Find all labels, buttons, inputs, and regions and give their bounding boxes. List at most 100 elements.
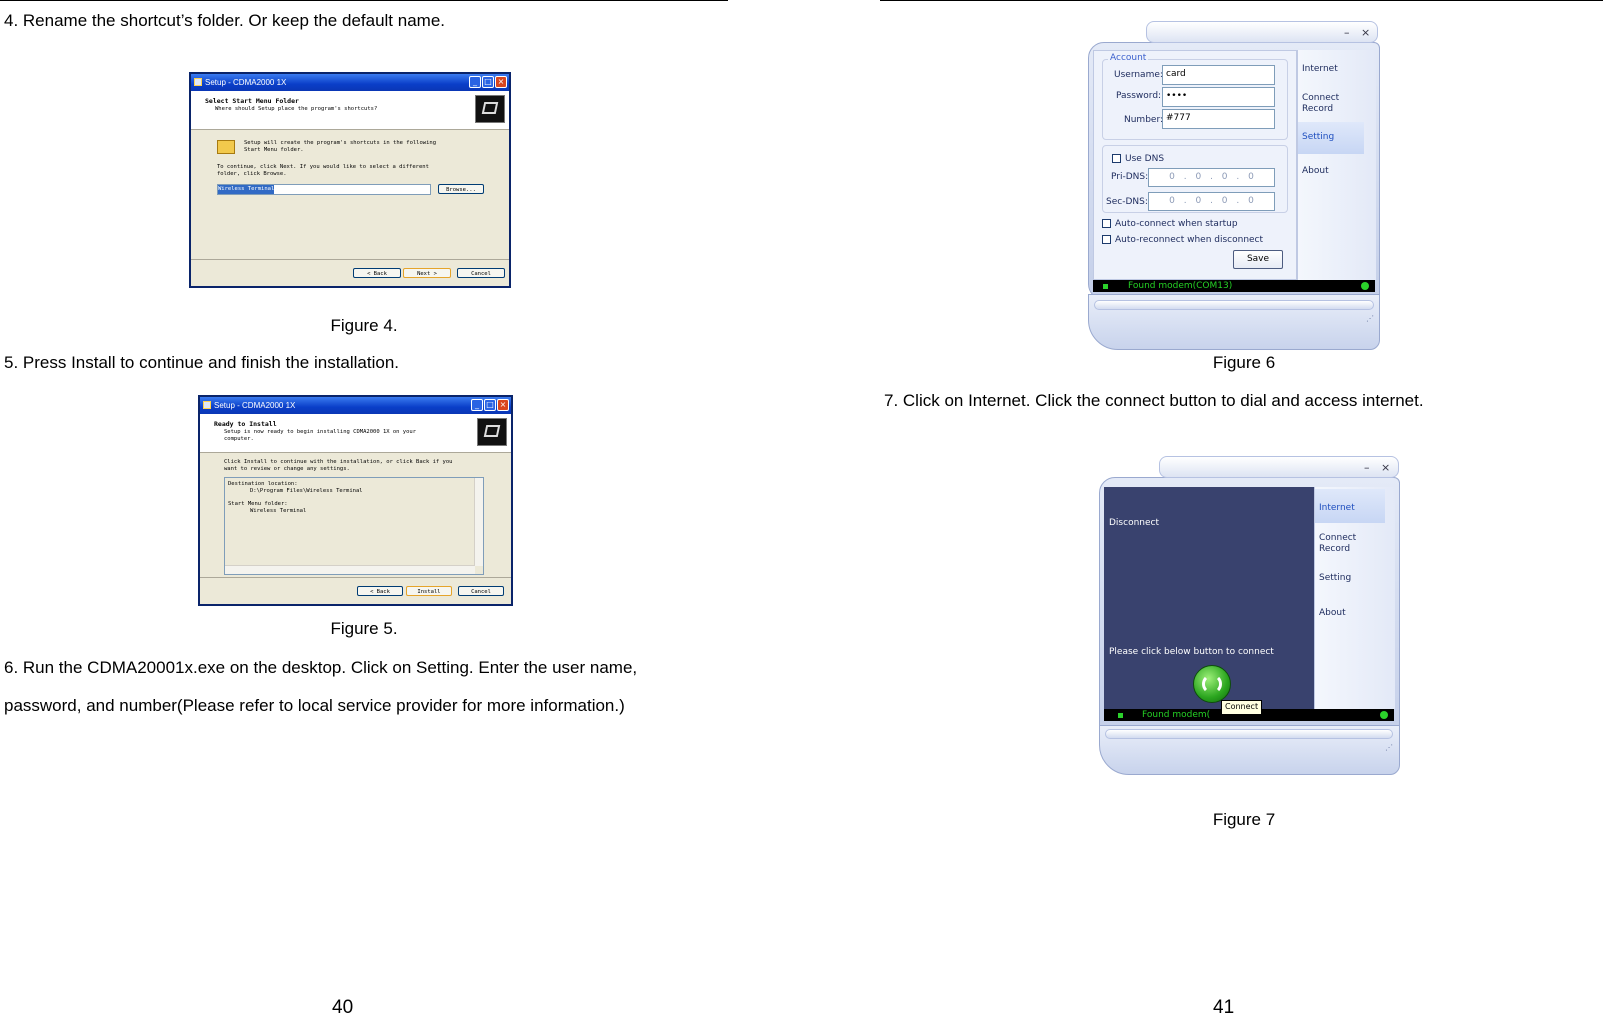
instruction-line-2: want to review or change any settings. [224,466,350,472]
refresh-arrows-icon [1202,674,1222,694]
nav-about[interactable]: About [1302,166,1329,176]
folder-name-value: Wireless Terminal [218,185,275,194]
resize-grip-icon[interactable]: ⋰ [1385,743,1393,752]
sec-dns-label: Sec-DNS: [1106,197,1148,207]
close-icon[interactable]: × [497,399,509,411]
dialog-title: Setup - CDMA2000 1X [214,401,296,410]
instruction-line-1: Click Install to continue with the insta… [224,459,453,465]
back-button[interactable]: < Back [357,586,403,596]
menu-folder-value: Wireless Terminal [250,508,307,514]
step-6-line-1: 6. Run the CDMA20001x.exe on the desktop… [4,658,638,677]
folder-name-input[interactable]: Wireless Terminal [217,184,431,195]
save-button[interactable]: Save [1233,250,1283,269]
minimize-icon[interactable]: _ [469,76,481,88]
page-number-right: 41 [1213,997,1235,1018]
figure-7-caption: Figure 7 [1212,810,1276,829]
dialog-subheading-2: computer. [224,436,254,442]
dialog-heading: Ready to Install [214,420,277,428]
connection-panel: Disconnect Please click below button to … [1104,487,1314,709]
minimize-icon[interactable]: _ [471,399,483,411]
connect-globe-icon[interactable] [1193,665,1231,703]
app-titlebar[interactable] [1159,456,1399,478]
number-input[interactable]: #777 [1162,109,1275,129]
number-label: Number: [1124,115,1164,125]
connect-tooltip: Connect [1221,700,1263,715]
status-text: Found modem( [1142,710,1211,720]
password-input[interactable]: •••• [1162,87,1275,107]
account-legend: Account [1108,53,1149,63]
auto-connect-checkbox[interactable] [1102,219,1111,228]
step-4-text: 4. Rename the shortcut’s folder. Or keep… [4,11,445,30]
dialog-title: Setup - CDMA2000 1X [205,78,287,87]
nav-internet[interactable]: Internet [1302,64,1338,74]
username-label: Username: [1114,70,1163,80]
folder-icon [217,140,235,154]
computer-logo-icon [477,418,507,446]
pri-dns-label: Pri-DNS: [1111,172,1149,182]
minimize-icon[interactable]: – [1364,462,1370,474]
nav-about[interactable]: About [1319,608,1346,618]
browse-button[interactable]: Browse... [438,184,484,194]
dialog-titlebar[interactable]: Setup - CDMA2000 1X _ □ × [200,397,511,414]
settings-panel: Account Username: card Password: •••• Nu… [1093,50,1297,280]
setup-dialog-install: Setup - CDMA2000 1X _ □ × Ready to Insta… [198,395,513,606]
nav-connect-record-1[interactable]: Connect [1302,93,1339,103]
nav-connect-record-2[interactable]: Record [1302,104,1333,114]
cancel-button[interactable]: Cancel [458,586,504,596]
install-button[interactable]: Install [406,586,452,596]
nav-internet[interactable]: Internet [1319,503,1355,513]
nav-setting[interactable]: Setting [1319,573,1351,583]
cancel-button[interactable]: Cancel [457,268,505,278]
destination-label: Destination location: [228,481,298,487]
minimize-icon[interactable]: – [1344,27,1350,39]
resize-grip-icon[interactable]: ⋰ [1366,314,1374,323]
next-button[interactable]: Next > [403,268,451,278]
sec-dns-input[interactable]: 0 . 0 . 0 . 0 [1148,192,1275,211]
disconnect-status: Disconnect [1109,518,1159,528]
top-rule-left [0,0,728,1]
memo-hscrollbar[interactable] [225,565,475,574]
step-6-line-2: password, and number(Please refer to loc… [4,696,625,715]
memo-scrollbar[interactable] [474,478,483,566]
modem-app-internet: – × Disconnect Please click below button… [1097,453,1402,775]
status-text: Found modem(COM13) [1128,281,1233,291]
nav-setting[interactable]: Setting [1302,132,1334,142]
auto-reconnect-checkbox[interactable] [1102,235,1111,244]
back-button[interactable]: < Back [353,268,401,278]
close-icon[interactable]: × [1361,27,1370,39]
side-nav: Internet Connect Record Setting About [1314,487,1395,709]
modem-app-setting: – × Account Username: card Password: •••… [1086,18,1382,350]
auto-connect-label: Auto-connect when startup [1115,219,1238,229]
close-icon[interactable]: × [1381,462,1390,474]
lower-bar [1094,300,1374,310]
signal-ok-icon [1380,711,1388,719]
dialog-titlebar[interactable]: Setup - CDMA2000 1X _ □ × [191,74,509,91]
lower-bar [1105,729,1393,739]
top-rule-right [880,0,1603,1]
dialog-heading: Select Start Menu Folder [205,97,299,105]
setup-icon [194,78,202,86]
auto-reconnect-label: Auto-reconnect when disconnect [1115,235,1264,245]
pri-dns-input[interactable]: 0 . 0 . 0 . 0 [1148,168,1275,187]
close-icon[interactable]: × [495,76,507,88]
nav-connect-record-1[interactable]: Connect [1319,533,1356,543]
use-dns-checkbox[interactable] [1112,154,1121,163]
use-dns-label: Use DNS [1125,154,1165,164]
instruction-line-2: folder, click Browse. [217,171,287,177]
info-line-1: Setup will create the program's shortcut… [244,140,437,146]
instruction-line-1: To continue, click Next. If you would li… [217,164,429,170]
maximize-icon[interactable]: □ [482,76,494,88]
side-nav: Internet Connect Record Setting About [1297,50,1376,280]
nav-connect-record-2[interactable]: Record [1319,544,1350,554]
status-led-icon [1103,284,1108,289]
step-5-text: 5. Press Install to continue and finish … [4,353,400,372]
dialog-subheading: Where should Setup place the program's s… [215,106,378,112]
password-label: Password: [1116,91,1162,101]
step-7-text: 7. Click on Internet. Click the connect … [884,391,1424,410]
page-number-left: 40 [332,997,354,1018]
maximize-icon[interactable]: □ [484,399,496,411]
figure-5-caption: Figure 5. [330,619,398,638]
figure-6-caption: Figure 6 [1212,353,1276,372]
summary-memo[interactable]: Destination location: D:\Program Files\W… [224,477,484,575]
username-input[interactable]: card [1162,65,1275,85]
